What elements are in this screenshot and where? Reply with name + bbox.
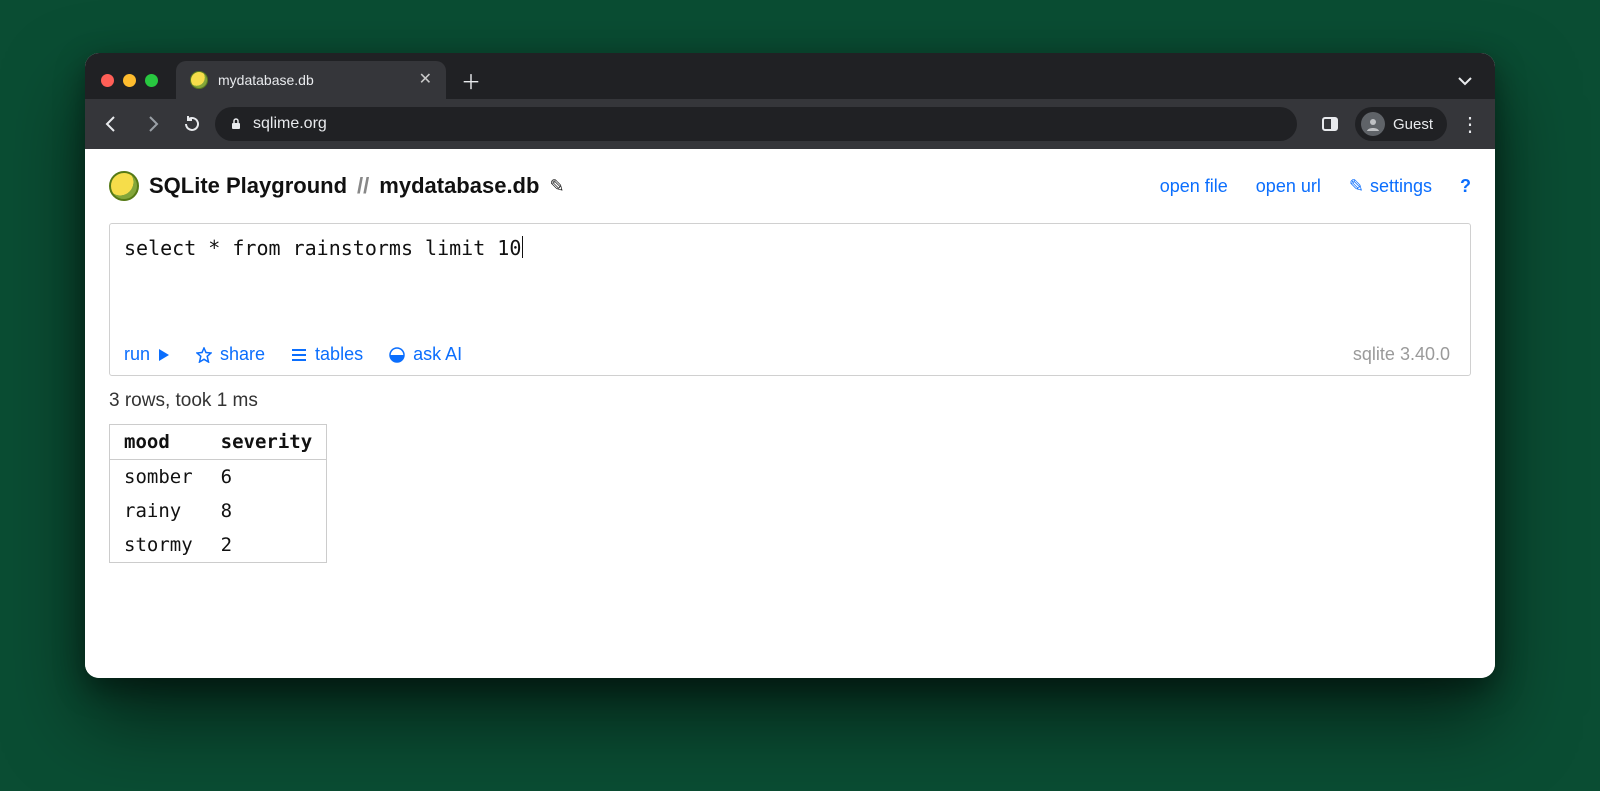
address-bar[interactable]: sqlime.org <box>215 107 1297 141</box>
column-header: mood <box>110 425 207 460</box>
header-links: open file open url ✎ settings ? <box>1160 176 1471 197</box>
star-icon <box>196 347 212 363</box>
page-header: SQLite Playground // mydatabase.db ✎ ope… <box>109 171 1471 201</box>
table-row: somber 6 <box>110 460 327 495</box>
browser-window: mydatabase.db ✕ ＋ <box>85 53 1495 678</box>
lock-icon <box>229 117 243 131</box>
side-panel-button[interactable] <box>1313 107 1347 141</box>
minimize-window-button[interactable] <box>123 74 136 87</box>
table-row: rainy 8 <box>110 494 327 528</box>
result-table: mood severity somber 6 rainy 8 stormy <box>109 424 327 563</box>
tables-button[interactable]: tables <box>291 344 363 365</box>
rename-db-button[interactable]: ✎ <box>549 176 564 197</box>
query-editor-panel: select * from rainstorms limit 10 run sh… <box>109 223 1471 376</box>
query-editor[interactable]: select * from rainstorms limit 10 <box>110 224 1470 334</box>
run-label: run <box>124 344 150 365</box>
play-icon <box>158 348 170 362</box>
link-icon: ✎ <box>1349 176 1364 197</box>
tables-label: tables <box>315 344 363 365</box>
reload-button[interactable] <box>175 107 209 141</box>
cell: 8 <box>207 494 327 528</box>
sqlite-version: sqlite 3.40.0 <box>1353 344 1456 365</box>
tabstrip: mydatabase.db ✕ ＋ <box>85 53 1495 99</box>
open-url-link[interactable]: open url <box>1256 176 1321 197</box>
cell: 6 <box>207 460 327 495</box>
profile-label: Guest <box>1393 116 1433 133</box>
cell: rainy <box>110 494 207 528</box>
column-header: severity <box>207 425 327 460</box>
forward-button[interactable] <box>135 107 169 141</box>
text-caret <box>522 236 523 258</box>
database-name: mydatabase.db <box>379 173 539 199</box>
app-logo-icon <box>109 171 139 201</box>
help-link[interactable]: ? <box>1460 176 1471 197</box>
query-text: select * from rainstorms limit 10 <box>124 236 521 260</box>
run-button[interactable]: run <box>124 344 170 365</box>
url-text: sqlime.org <box>253 115 327 133</box>
settings-link[interactable]: ✎ settings <box>1349 176 1432 197</box>
editor-toolbar: run share tables ask AI <box>110 334 1470 375</box>
ask-ai-label: ask AI <box>413 344 462 365</box>
maximize-window-button[interactable] <box>145 74 158 87</box>
browser-menu-button[interactable]: ⋮ <box>1455 112 1485 137</box>
avatar-icon <box>1361 112 1385 136</box>
tabs-dropdown-button[interactable] <box>1457 73 1473 89</box>
browser-chrome: mydatabase.db ✕ ＋ <box>85 53 1495 149</box>
cell: 2 <box>207 528 327 563</box>
back-button[interactable] <box>95 107 129 141</box>
page-content: SQLite Playground // mydatabase.db ✎ ope… <box>85 149 1495 678</box>
close-window-button[interactable] <box>101 74 114 87</box>
app-title: SQLite Playground <box>149 173 347 199</box>
new-tab-button[interactable]: ＋ <box>456 65 486 95</box>
tab-favicon-icon <box>190 71 208 89</box>
ask-ai-button[interactable]: ask AI <box>389 344 462 365</box>
profile-button[interactable]: Guest <box>1355 107 1447 141</box>
globe-icon <box>389 347 405 363</box>
share-label: share <box>220 344 265 365</box>
browser-toolbar: sqlime.org Guest ⋮ <box>85 99 1495 149</box>
tab-title: mydatabase.db <box>218 72 409 88</box>
share-button[interactable]: share <box>196 344 265 365</box>
table-header-row: mood severity <box>110 425 327 460</box>
window-controls <box>101 74 158 87</box>
table-row: stormy 2 <box>110 528 327 563</box>
list-icon <box>291 348 307 362</box>
browser-tab[interactable]: mydatabase.db ✕ <box>176 61 446 99</box>
cell: somber <box>110 460 207 495</box>
cell: stormy <box>110 528 207 563</box>
settings-link-label: settings <box>1370 176 1432 197</box>
open-file-link[interactable]: open file <box>1160 176 1228 197</box>
title-separator: // <box>347 173 379 199</box>
close-tab-button[interactable]: ✕ <box>419 72 432 88</box>
query-status: 3 rows, took 1 ms <box>109 390 1471 412</box>
